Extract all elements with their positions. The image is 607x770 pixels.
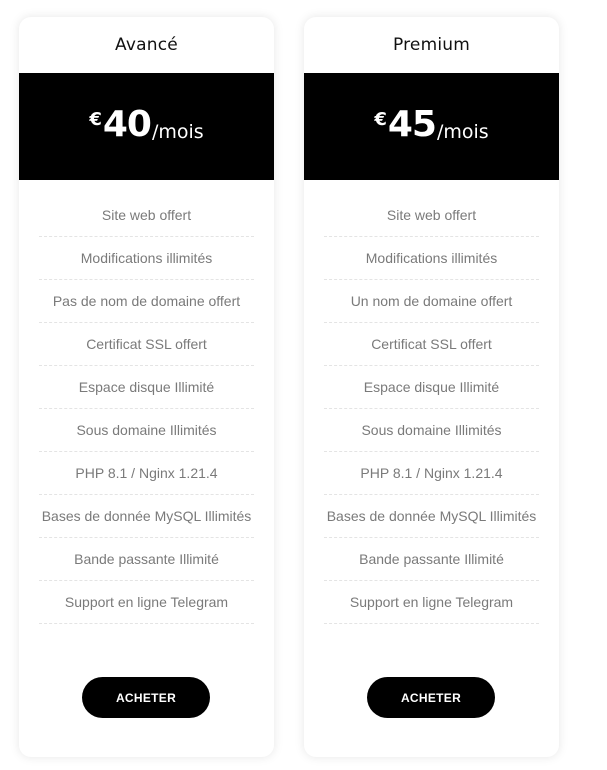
- feature-list: Site web offert Modifications illimités …: [304, 180, 559, 624]
- price: € 45 /mois: [374, 103, 489, 145]
- pricing-card-avance: Avancé € 40 /mois Site web offert Modifi…: [19, 17, 274, 757]
- price-amount: 40: [102, 103, 152, 145]
- feature-item: Espace disque Illimité: [324, 366, 539, 409]
- plan-name: Premium: [392, 35, 471, 55]
- pricing-card-premium: Premium € 45 /mois Site web offert Modif…: [304, 17, 559, 757]
- price-currency: €: [89, 108, 102, 130]
- feature-item: Certificat SSL offert: [324, 323, 539, 366]
- feature-item: Un nom de domaine offert: [324, 280, 539, 323]
- plan-name: Avancé: [115, 35, 178, 55]
- buy-button[interactable]: ACHETER: [367, 677, 495, 718]
- price-band: € 45 /mois: [304, 73, 559, 180]
- feature-item: Certificat SSL offert: [39, 323, 254, 366]
- price-band: € 40 /mois: [19, 73, 274, 180]
- feature-item: Sous domaine Illimités: [39, 409, 254, 452]
- feature-item: Bases de donnée MySQL Illimités: [324, 495, 539, 538]
- feature-item: PHP 8.1 / Nginx 1.21.4: [39, 452, 254, 495]
- feature-item: Support en ligne Telegram: [324, 581, 539, 624]
- feature-item: Modifications illimités: [39, 237, 254, 280]
- feature-item: Support en ligne Telegram: [39, 581, 254, 624]
- feature-item: PHP 8.1 / Nginx 1.21.4: [324, 452, 539, 495]
- price-amount: 45: [387, 103, 437, 145]
- feature-item: Bande passante Illimité: [324, 538, 539, 581]
- feature-item: Bases de donnée MySQL Illimités: [39, 495, 254, 538]
- buy-button[interactable]: ACHETER: [82, 677, 210, 718]
- feature-item: Site web offert: [39, 194, 254, 237]
- price-period: /mois: [151, 120, 204, 143]
- feature-list: Site web offert Modifications illimités …: [19, 180, 274, 624]
- price-period: /mois: [436, 120, 489, 143]
- feature-item: Site web offert: [324, 194, 539, 237]
- price-currency: €: [374, 108, 387, 130]
- price: € 40 /mois: [89, 103, 204, 145]
- feature-item: Sous domaine Illimités: [324, 409, 539, 452]
- feature-item: Pas de nom de domaine offert: [39, 280, 254, 323]
- feature-item: Modifications illimités: [324, 237, 539, 280]
- feature-item: Bande passante Illimité: [39, 538, 254, 581]
- feature-item: Espace disque Illimité: [39, 366, 254, 409]
